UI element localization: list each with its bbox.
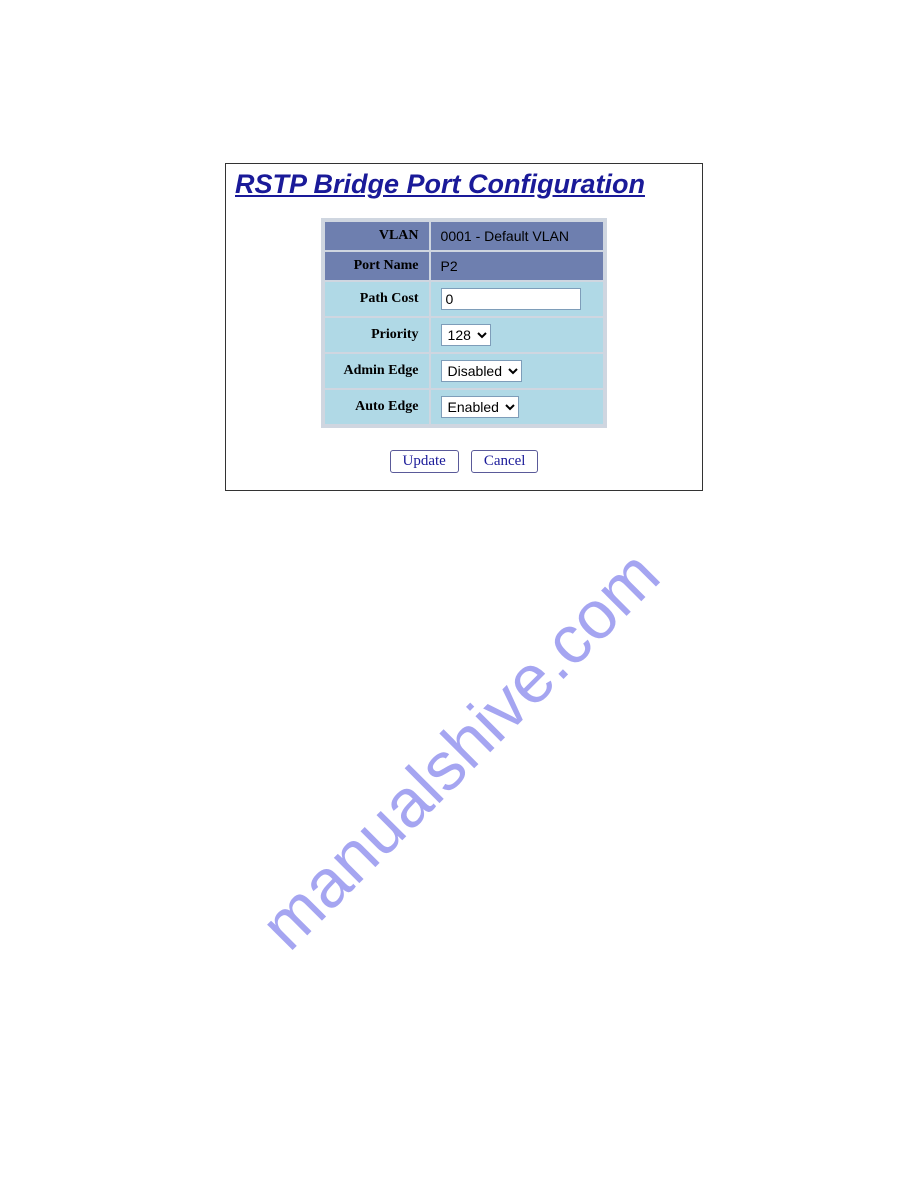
priority-select[interactable]: 128 — [441, 324, 491, 346]
cancel-button[interactable]: Cancel — [471, 450, 539, 473]
admin-edge-select[interactable]: Disabled — [441, 360, 522, 382]
button-row: Update Cancel — [229, 446, 699, 487]
row-priority: Priority 128 — [325, 318, 602, 352]
admin-edge-label: Admin Edge — [325, 354, 428, 388]
vlan-label: VLAN — [325, 222, 428, 250]
config-table: VLAN 0001 - Default VLAN Port Name P2 Pa… — [321, 218, 606, 428]
row-admin-edge: Admin Edge Disabled — [325, 354, 602, 388]
port-name-label: Port Name — [325, 252, 428, 280]
row-auto-edge: Auto Edge Enabled — [325, 390, 602, 424]
update-button[interactable]: Update — [390, 450, 459, 473]
port-name-value: P2 — [431, 252, 603, 280]
path-cost-input[interactable] — [441, 288, 581, 310]
row-port-name: Port Name P2 — [325, 252, 602, 280]
vlan-value: 0001 - Default VLAN — [431, 222, 603, 250]
row-path-cost: Path Cost — [325, 282, 602, 316]
page-title: RSTP Bridge Port Configuration — [229, 167, 699, 218]
row-vlan: VLAN 0001 - Default VLAN — [325, 222, 602, 250]
auto-edge-select[interactable]: Enabled — [441, 396, 519, 418]
auto-edge-label: Auto Edge — [325, 390, 428, 424]
path-cost-label: Path Cost — [325, 282, 428, 316]
priority-label: Priority — [325, 318, 428, 352]
config-panel: RSTP Bridge Port Configuration VLAN 0001… — [225, 163, 703, 491]
